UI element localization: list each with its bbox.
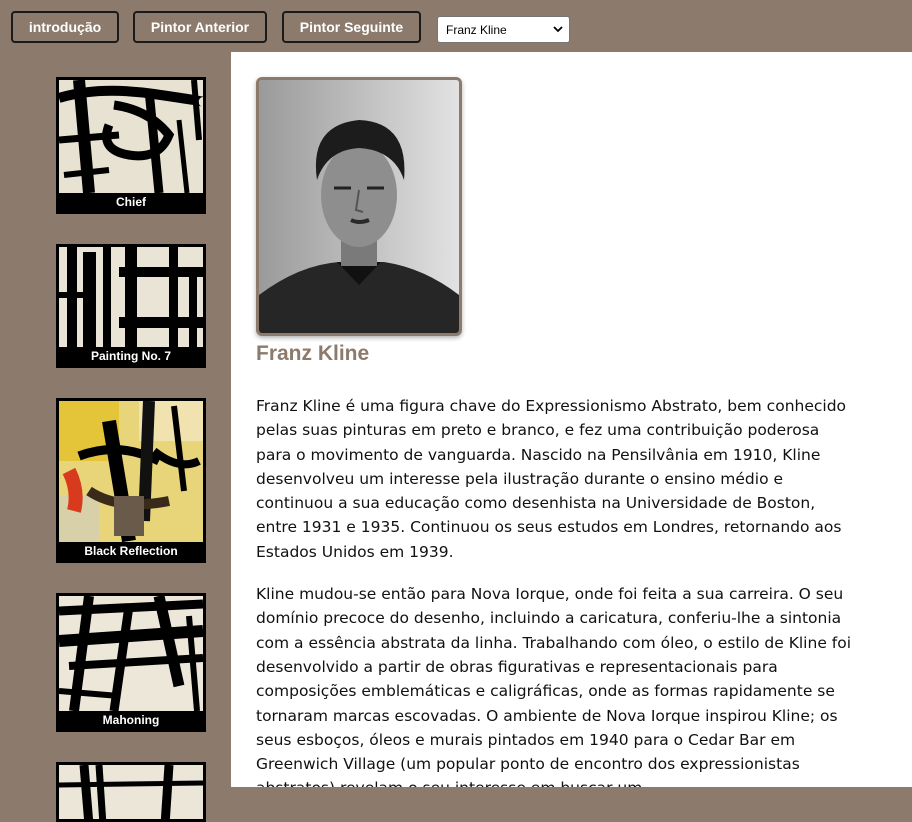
bio-paragraph: Kline mudou-se então para Nova Iorque, o…: [256, 585, 852, 787]
next-painter-button[interactable]: Pintor Seguinte: [282, 11, 421, 43]
painter-select[interactable]: Franz Kline: [437, 16, 570, 43]
paintings-sidebar: Chief Painting No. 7 Black Reflection Ma…: [0, 52, 231, 822]
painting-image: [59, 765, 203, 819]
previous-painter-button[interactable]: Pintor Anterior: [133, 11, 267, 43]
painting-thumbnail-painting-no-7[interactable]: Painting No. 7: [56, 244, 206, 368]
painting-image: [59, 401, 203, 542]
painter-name-heading: Franz Kline: [256, 342, 370, 365]
painting-caption: Chief: [59, 193, 203, 211]
painting-caption: Painting No. 7: [59, 347, 203, 365]
painting-image: [59, 80, 203, 193]
painting-image: [59, 596, 203, 711]
painting-thumbnail-mahoning[interactable]: Mahoning: [56, 593, 206, 732]
intro-button[interactable]: introdução: [11, 11, 119, 43]
painter-biography: Franz Kline é uma figura chave do Expres…: [256, 394, 856, 787]
painting-thumbnail-chief[interactable]: Chief: [56, 77, 206, 214]
chevron-down-icon: [553, 26, 563, 33]
painter-portrait: [256, 77, 462, 336]
painting-thumbnail-black-reflection[interactable]: Black Reflection: [56, 398, 206, 563]
painting-caption: Black Reflection: [59, 542, 203, 560]
painting-caption: Mahoning: [59, 711, 203, 729]
painter-select-value: Franz Kline: [446, 22, 507, 37]
bio-paragraph: Franz Kline é uma figura chave do Expres…: [256, 397, 847, 561]
top-navigation-bar: introdução Pintor Anterior Pintor Seguin…: [0, 0, 912, 52]
painting-image: [59, 247, 203, 347]
painting-thumbnail[interactable]: [56, 762, 206, 822]
painter-content-panel: Franz Kline Franz Kline é uma figura cha…: [231, 52, 912, 787]
